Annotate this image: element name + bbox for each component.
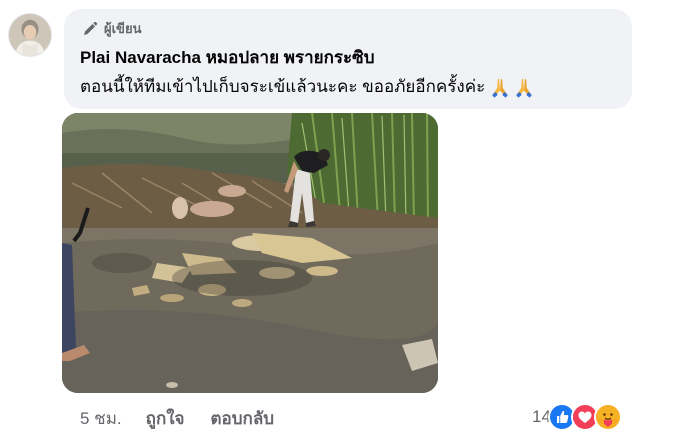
avatar[interactable] [8,13,52,57]
avatar-image [9,14,51,56]
pray-emoji-icon [513,76,535,98]
reactions-summary[interactable]: 14 [532,402,622,432]
like-button[interactable]: ถูกใจ [146,405,185,432]
care-reaction-icon [593,403,622,431]
author-badge-label: ผู้เขียน [104,21,142,36]
comment-text-row: ตอนนี้ให้ทีมเข้าไปเก็บจระเข้แล้วนะคะ ขออ… [80,75,616,99]
author-badge: ผู้เขียน [82,19,616,39]
pen-icon [82,21,98,37]
comment-page: ผู้เขียน Plai Navaracha หมอปลาย พรายกระซ… [0,0,700,446]
author-name-link[interactable]: Plai Navaracha หมอปลาย พรายกระซิบ [80,47,616,69]
comment-actions: 5 ชม. ถูกใจ ตอบกลับ [80,405,300,431]
crocodile-scene-image [62,113,438,393]
comment-text: ตอนนี้ให้ทีมเข้าไปเก็บจระเข้แล้วนะคะ ขออ… [80,77,486,96]
comment-bubble: ผู้เขียน Plai Navaracha หมอปลาย พรายกระซ… [64,9,632,109]
reply-button[interactable]: ตอบกลับ [211,405,275,432]
pray-emoji-icon [489,76,511,98]
comment-photo[interactable] [62,113,438,393]
comment-timestamp[interactable]: 5 ชม. [80,405,122,432]
